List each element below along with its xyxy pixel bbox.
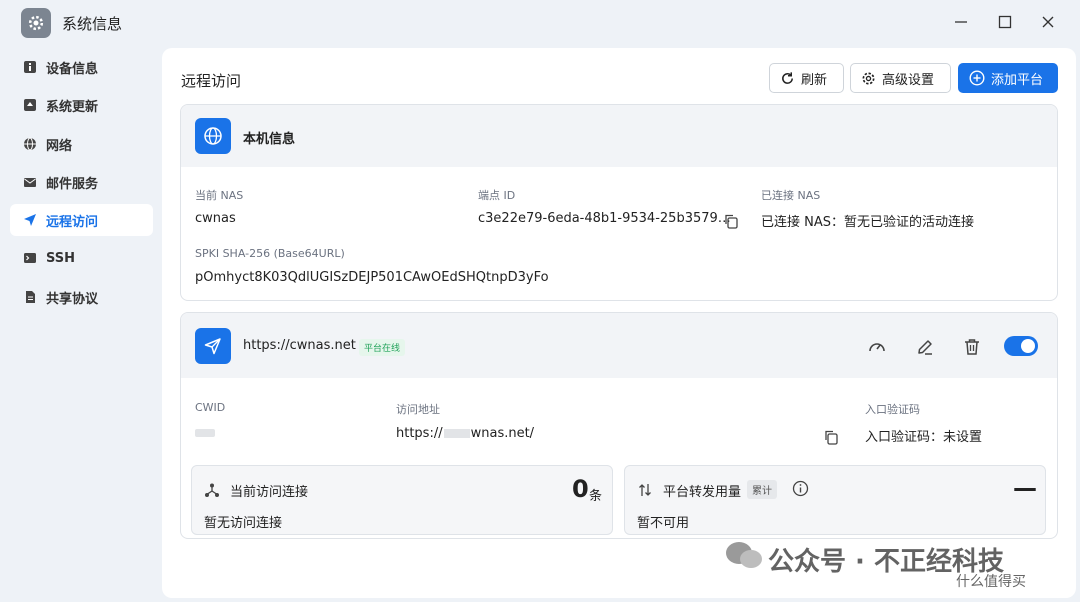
spki-label: SPKI SHA-256 (Base64URL) [195, 247, 345, 260]
current-connections-count: 0 [572, 475, 589, 503]
local-info-header: 本机信息 [181, 105, 1057, 167]
entry-code-value: 入口验证码：未设置 [865, 430, 983, 445]
gear-icon [21, 8, 51, 38]
status-badge: 平台在线 [359, 339, 406, 356]
network-icon [205, 483, 219, 497]
window-title: 系统信息 [62, 15, 123, 33]
platform-header: https://cwnas.net 平台在线 [181, 313, 1057, 378]
sidebar-item-ssh[interactable]: SSH [10, 242, 153, 274]
globe-icon [195, 118, 231, 154]
speedometer-icon[interactable] [867, 337, 887, 357]
advanced-settings-button[interactable]: 高级设置 [850, 63, 951, 93]
endpoint-label: 端点 ID [478, 189, 516, 202]
platform-traffic-value: — [1013, 474, 1037, 502]
platform-enable-toggle[interactable] [1004, 336, 1038, 356]
sidebar-item-label: 共享协议 [46, 291, 99, 307]
copy-icon[interactable] [823, 429, 839, 445]
local-info-heading: 本机信息 [243, 132, 296, 147]
gear-icon [862, 72, 875, 84]
refresh-label: 刷新 [801, 72, 828, 88]
connected-nas-value: 已连接 NAS：暂无已验证的活动连接 [761, 215, 975, 230]
current-nas-value: cwnas [195, 211, 236, 226]
sidebar-item-mail[interactable]: 邮件服务 [10, 166, 153, 198]
add-platform-button[interactable]: 添加平台 [958, 63, 1058, 93]
close-button[interactable] [1035, 10, 1061, 34]
advanced-settings-label: 高级设置 [882, 72, 935, 88]
current-connections-panel: 当前访问连接 0 条 暂无访问连接 [191, 465, 613, 535]
platform-traffic-panel: 平台转发用量 累计 — 暂不可用 [624, 465, 1046, 535]
info-icon[interactable] [792, 480, 809, 497]
sidebar-item-label: 系统更新 [46, 99, 99, 115]
cwid-value-redacted [195, 429, 215, 437]
sidebar-item-network[interactable]: 网络 [10, 128, 153, 160]
current-connections-unit: 条 [589, 489, 603, 504]
sidebar-item-label: 网络 [46, 138, 73, 154]
info-icon [22, 59, 38, 75]
access-address-suffix: wnas.net/ [470, 426, 535, 441]
platform-url: https://cwnas.net [243, 338, 356, 353]
title-bar: 系统信息 [0, 0, 1080, 44]
refresh-icon [782, 71, 793, 84]
endpoint-value: c3e22e79-6eda-48b1-9534-25b3579… [478, 211, 731, 226]
access-address-label: 访问地址 [396, 403, 440, 416]
access-address-value: https:// wnas.net/ [396, 426, 534, 441]
current-connections-label: 当前访问连接 [230, 485, 309, 500]
sidebar-item-label: 远程访问 [46, 214, 99, 230]
entry-code-label: 入口验证码 [865, 403, 920, 416]
send-icon [22, 212, 38, 228]
sidebar-item-system-update[interactable]: 系统更新 [10, 89, 153, 121]
globe-icon [22, 136, 38, 152]
wechat-logo [724, 539, 764, 571]
main-panel: 远程访问 刷新 高级设置 添加平台 本机信息 当前 NAS cwnas 端点 I… [162, 48, 1076, 598]
trash-icon[interactable] [962, 337, 982, 357]
platform-traffic-status: 暂不可用 [637, 516, 690, 531]
edit-icon[interactable] [915, 337, 935, 357]
connected-nas-label: 已连接 NAS [761, 189, 821, 202]
current-connections-status: 暂无访问连接 [204, 516, 283, 531]
sidebar-item-label: 邮件服务 [46, 176, 99, 192]
maximize-button[interactable] [992, 10, 1018, 34]
watermark-sub: 什么值得买 [956, 574, 1026, 590]
current-nas-label: 当前 NAS [195, 189, 244, 202]
page-title: 远程访问 [181, 72, 242, 90]
spki-value: pOmhyct8K03QdlUGISzDEJP501CAwOEdSHQtnpD3… [195, 270, 549, 285]
terminal-icon [22, 250, 38, 266]
sidebar-item-share-protocol[interactable]: 共享协议 [10, 281, 153, 313]
access-address-prefix: https:// [396, 426, 443, 441]
sidebar-item-label: 设备信息 [46, 61, 99, 77]
transfer-icon [639, 484, 651, 496]
sidebar-item-device-info[interactable]: 设备信息 [10, 51, 153, 83]
plus-circle-icon [969, 70, 985, 86]
sidebar-item-remote-access[interactable]: 远程访问 [10, 204, 153, 236]
cumulative-tag: 累计 [747, 480, 777, 499]
platform-traffic-label: 平台转发用量 [663, 485, 742, 500]
add-platform-label: 添加平台 [991, 72, 1044, 88]
minimize-button[interactable] [948, 10, 974, 34]
refresh-button[interactable]: 刷新 [769, 63, 844, 93]
redacted-block [443, 429, 470, 438]
send-icon [195, 328, 231, 364]
sidebar-item-label: SSH [46, 250, 76, 266]
copy-icon[interactable] [723, 213, 739, 229]
local-info-card: 本机信息 当前 NAS cwnas 端点 ID c3e22e79-6eda-48… [180, 104, 1058, 301]
update-icon [22, 97, 38, 113]
cwid-label: CWID [195, 401, 226, 414]
document-icon [22, 289, 38, 305]
mail-icon [22, 174, 38, 190]
